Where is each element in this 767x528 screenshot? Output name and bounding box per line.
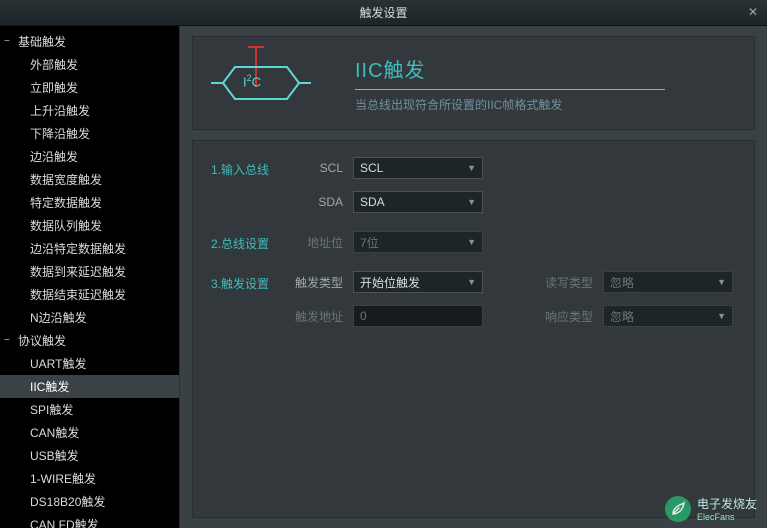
trigaddr-label: 触发地址 (283, 308, 343, 325)
chevron-down-icon: ▼ (717, 311, 726, 321)
resptype-select[interactable]: 忽略 ▼ (603, 305, 733, 327)
rwtype-label: 读写类型 (533, 274, 593, 291)
section-label: 1.输入总线 (211, 157, 283, 178)
tree-item[interactable]: 上升沿触发 (0, 99, 179, 122)
diagram-label: I2C (243, 73, 261, 89)
section-label: 2.总线设置 (211, 231, 283, 252)
sda-select[interactable]: SDA ▼ (353, 191, 483, 213)
watermark-sub: ElecFans (697, 512, 757, 522)
tree-item[interactable]: N边沿触发 (0, 306, 179, 329)
tree-item[interactable]: 边沿特定数据触发 (0, 237, 179, 260)
addrbits-select[interactable]: 7位 ▼ (353, 231, 483, 253)
tree-group-header[interactable]: −协议触发 (0, 329, 179, 352)
resptype-value: 忽略 (610, 308, 634, 325)
trigaddr-input[interactable]: 0 (353, 305, 483, 327)
trigtype-select[interactable]: 开始位触发 ▼ (353, 271, 483, 293)
leaf-icon (665, 496, 691, 522)
tree-item[interactable]: UART触发 (0, 352, 179, 375)
sda-label: SDA (283, 195, 343, 209)
collapse-icon: − (4, 36, 16, 47)
tree-item[interactable]: 边沿触发 (0, 145, 179, 168)
window-title: 触发设置 (359, 4, 407, 21)
tree-item[interactable]: 数据宽度触发 (0, 168, 179, 191)
tree-item[interactable]: USB触发 (0, 444, 179, 467)
tree-group-header[interactable]: −基础触发 (0, 30, 179, 53)
section-label: 3.触发设置 (211, 271, 283, 292)
title-bar: 触发设置 ✕ (0, 0, 767, 26)
tree-item[interactable]: 数据结束延迟触发 (0, 283, 179, 306)
tree-group-label: 协议触发 (18, 332, 66, 349)
addrbits-value: 7位 (360, 234, 379, 251)
tree-item[interactable]: 1-WIRE触发 (0, 467, 179, 490)
watermark: 电子发烧友 ElecFans (665, 495, 757, 522)
section-bus-settings: 2.总线设置 地址位 7位 ▼ (211, 231, 736, 253)
title-rule (355, 89, 665, 90)
form-card: 1.输入总线 SCL SCL ▼ SDA SDA ▼ (192, 140, 755, 518)
tree-item[interactable]: DS18B20触发 (0, 490, 179, 513)
tree-item[interactable]: CAN触发 (0, 421, 179, 444)
tree-item[interactable]: 数据到来延迟触发 (0, 260, 179, 283)
rwtype-value: 忽略 (610, 274, 634, 291)
tree-item[interactable]: IIC触发 (0, 375, 179, 398)
page-title: IIC触发 (355, 54, 665, 83)
chevron-down-icon: ▼ (467, 277, 476, 287)
chevron-down-icon: ▼ (467, 197, 476, 207)
chevron-down-icon: ▼ (467, 163, 476, 173)
rwtype-select[interactable]: 忽略 ▼ (603, 271, 733, 293)
trigtype-label: 触发类型 (283, 274, 343, 291)
chevron-down-icon: ▼ (467, 237, 476, 247)
scl-label: SCL (283, 161, 343, 175)
watermark-brand: 电子发烧友 (697, 497, 757, 511)
content-panel: I2C IIC触发 当总线出现符合所设置的IIC帧格式触发 1.输入总线 SCL… (180, 26, 767, 528)
tree-item[interactable]: 下降沿触发 (0, 122, 179, 145)
main-area: −基础触发外部触发立即触发上升沿触发下降沿触发边沿触发数据宽度触发特定数据触发数… (0, 26, 767, 528)
header-card: I2C IIC触发 当总线出现符合所设置的IIC帧格式触发 (192, 36, 755, 130)
addrbits-label: 地址位 (283, 234, 343, 251)
section-trigger-settings: 3.触发设置 触发类型 开始位触发 ▼ 读写类型 忽略 ▼ (211, 271, 736, 327)
tree-item[interactable]: CAN FD触发 (0, 513, 179, 528)
trigger-tree[interactable]: −基础触发外部触发立即触发上升沿触发下降沿触发边沿触发数据宽度触发特定数据触发数… (0, 26, 180, 528)
sda-value: SDA (360, 195, 385, 209)
tree-group-label: 基础触发 (18, 33, 66, 50)
page-desc: 当总线出现符合所设置的IIC帧格式触发 (355, 96, 665, 113)
tree-item[interactable]: 数据队列触发 (0, 214, 179, 237)
resptype-label: 响应类型 (533, 308, 593, 325)
tree-item[interactable]: SPI触发 (0, 398, 179, 421)
tree-item[interactable]: 立即触发 (0, 76, 179, 99)
chevron-down-icon: ▼ (717, 277, 726, 287)
scl-value: SCL (360, 161, 383, 175)
section-input-bus: 1.输入总线 SCL SCL ▼ SDA SDA ▼ (211, 157, 736, 213)
trigtype-value: 开始位触发 (360, 274, 420, 291)
trigaddr-value: 0 (360, 309, 367, 323)
collapse-icon: − (4, 335, 16, 346)
scl-select[interactable]: SCL ▼ (353, 157, 483, 179)
i2c-diagram: I2C (211, 43, 331, 123)
close-icon[interactable]: ✕ (745, 4, 761, 20)
tree-item[interactable]: 外部触发 (0, 53, 179, 76)
tree-item[interactable]: 特定数据触发 (0, 191, 179, 214)
